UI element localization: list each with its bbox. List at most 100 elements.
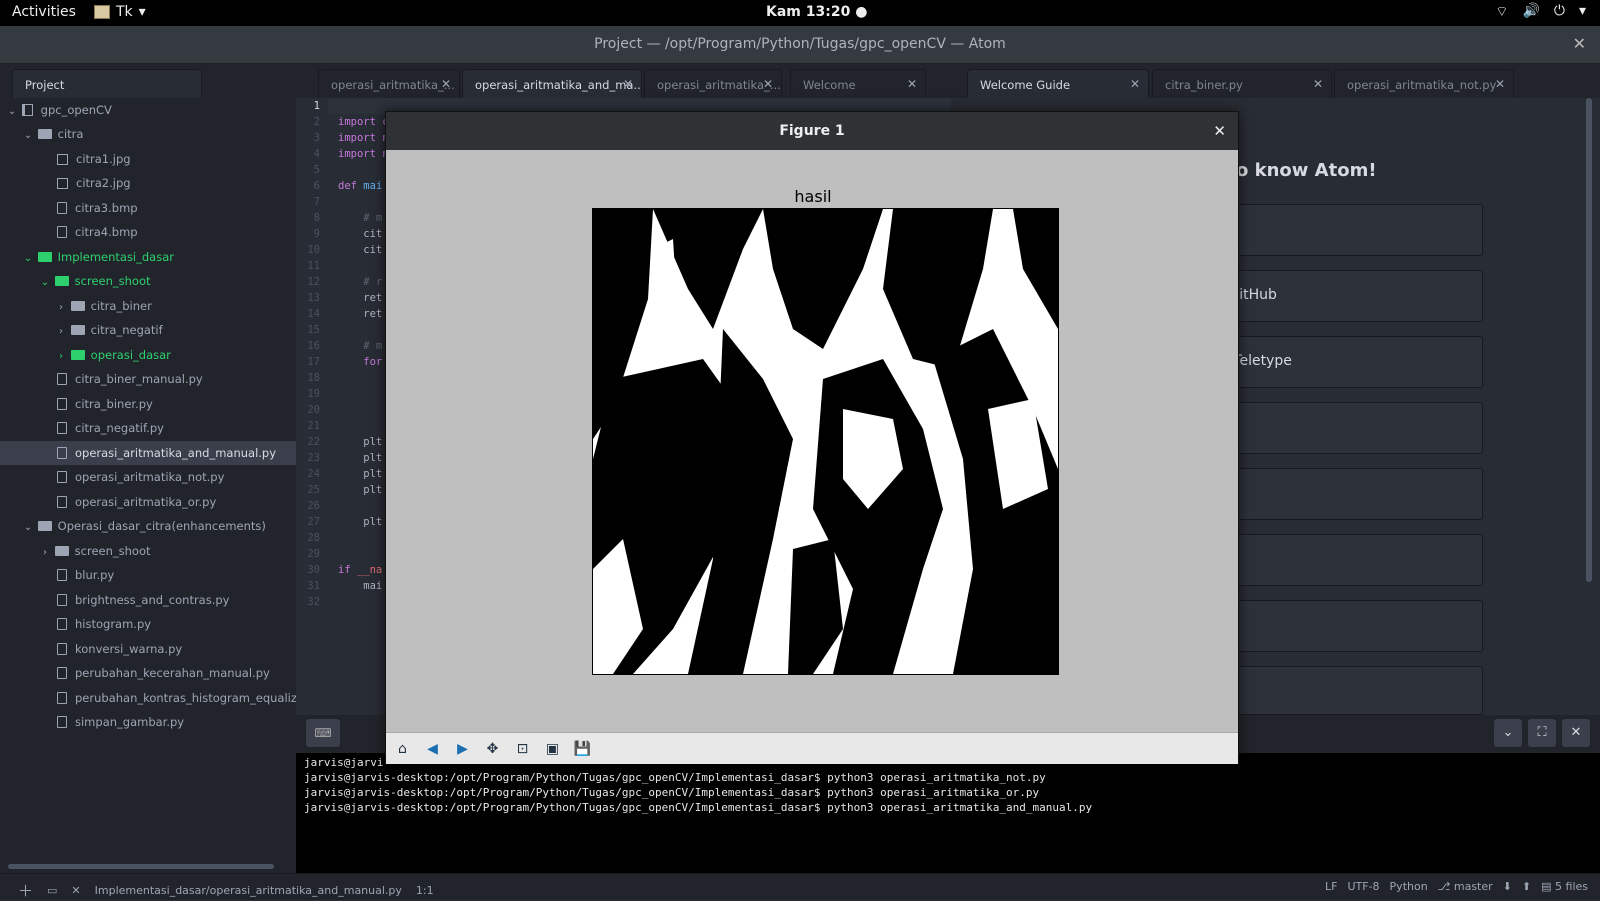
configure-subplots-icon[interactable]: ▣ (540, 736, 565, 761)
binary-image-illustration (593, 209, 1058, 674)
tree-folder-screen-shoot[interactable]: ⌄ screen_shoot (0, 269, 296, 293)
pan-icon[interactable]: ✥ (480, 736, 505, 761)
terminal-output[interactable]: jarvis@jarvi jarvis@jarvis-desktop:/opt/… (296, 753, 1600, 873)
chevron-down-icon: ⌄ (7, 106, 17, 117)
tab-operasi-not[interactable]: operasi_aritmatika_not.py ✕ (1334, 69, 1514, 98)
tree-file[interactable]: citra_negatif.py (0, 416, 296, 440)
status-file-path[interactable]: Implementasi_dasar/operasi_aritmatika_an… (95, 884, 402, 897)
file-icon (57, 398, 67, 410)
clock[interactable]: Kam 13:20 ● (766, 4, 867, 20)
code-line: import n (338, 132, 389, 144)
fetch-down-icon[interactable]: ⬇ (1503, 880, 1512, 893)
tab-citra-biner[interactable]: citra_biner.py ✕ (1152, 69, 1332, 98)
guide-card[interactable] (1211, 204, 1483, 256)
keyboard-icon[interactable]: ⌨ (306, 719, 340, 747)
tree-file-selected[interactable]: operasi_aritmatika_and_manual.py (0, 441, 296, 465)
figure-title-bar: Figure 1 ✕ (386, 112, 1238, 150)
tree-folder-citra-negatif[interactable]: › citra_negatif (0, 318, 296, 342)
tree-file[interactable]: citra2.jpg (0, 171, 296, 195)
guide-card-teletype[interactable]: n Teletype (1211, 336, 1483, 388)
close-window-button[interactable]: ✕ (1573, 34, 1586, 53)
tab-operasi-3[interactable]: operasi_aritmatika_... ✕ (644, 69, 782, 98)
file-icon (57, 373, 67, 385)
tree-file[interactable]: perubahan_kontras_histogram_equalization (0, 686, 296, 710)
tree-file[interactable]: perubahan_kecerahan_manual.py (0, 661, 296, 685)
close-icon[interactable]: ✕ (1562, 719, 1590, 747)
guide-card[interactable] (1211, 666, 1483, 715)
tree-file[interactable]: blur.py (0, 563, 296, 587)
status-branch[interactable]: ⎇ master (1438, 880, 1493, 893)
close-icon[interactable]: ✕ (1130, 77, 1140, 91)
tree-file[interactable]: citra3.bmp (0, 196, 296, 220)
push-up-icon[interactable]: ⬆ (1522, 880, 1531, 893)
tree-file[interactable]: konversi_warna.py (0, 637, 296, 661)
close-icon[interactable]: ✕ (441, 77, 451, 91)
close-icon[interactable]: ✕ (907, 77, 917, 91)
tab-welcome[interactable]: Welcome ✕ (790, 69, 926, 98)
tree-folder-citra-biner[interactable]: › citra_biner (0, 294, 296, 318)
tree-file[interactable]: operasi_aritmatika_not.py (0, 465, 296, 489)
close-icon[interactable]: ✕ (71, 884, 80, 897)
close-icon[interactable]: ✕ (1495, 77, 1505, 91)
tree-file[interactable]: brightness_and_contras.py (0, 588, 296, 612)
window-title: Project — /opt/Program/Python/Tugas/gpc_… (594, 36, 1006, 52)
tree-folder-implementasi[interactable]: ⌄ Implementasi_dasar (0, 245, 296, 269)
zoom-icon[interactable]: ⊡ (510, 736, 535, 761)
status-encoding[interactable]: UTF-8 (1347, 880, 1379, 893)
vertical-scrollbar[interactable] (1586, 98, 1592, 582)
guide-card-github[interactable]: l GitHub (1211, 270, 1483, 322)
tree-file[interactable]: citra_biner.py (0, 392, 296, 416)
chevron-down-icon: ⌄ (23, 253, 33, 264)
home-icon[interactable]: ⌂ (390, 736, 415, 761)
horizontal-scrollbar[interactable] (8, 864, 274, 869)
back-arrow-icon[interactable]: ◀ (420, 736, 445, 761)
tree-file[interactable]: citra1.jpg (0, 147, 296, 171)
tree-folder-enhancements[interactable]: ⌄ Operasi_dasar_citra(enhancements) (0, 514, 296, 538)
tree-folder-operasi-dasar[interactable]: › operasi_dasar (0, 343, 296, 367)
tab-project[interactable]: Project (12, 69, 202, 98)
file-icon (57, 569, 67, 581)
terminal-icon[interactable]: ▭ (47, 884, 57, 897)
tab-operasi-1[interactable]: operasi_aritmatika_... ✕ (318, 69, 460, 98)
tree-folder-citra[interactable]: ⌄ citra (0, 122, 296, 146)
status-cursor-position[interactable]: 1:1 (416, 884, 434, 897)
tree-file[interactable]: citra4.bmp (0, 220, 296, 244)
file-icon (57, 226, 67, 238)
status-grammar[interactable]: Python (1390, 880, 1428, 893)
guide-card[interactable] (1211, 402, 1483, 454)
guide-card[interactable] (1211, 534, 1483, 586)
tab-welcome-guide[interactable]: Welcome Guide ✕ (967, 69, 1149, 98)
activities-button[interactable]: Activities (12, 4, 76, 20)
guide-card[interactable] (1211, 468, 1483, 520)
status-line-ending[interactable]: LF (1325, 880, 1337, 893)
tree-root[interactable]: ⌄ gpc_openCV (0, 98, 296, 122)
code-line: ret (338, 308, 383, 320)
tk-icon (94, 5, 110, 19)
guide-card[interactable] (1211, 600, 1483, 652)
add-icon[interactable]: ＋ (18, 880, 33, 901)
wifi-icon: ⌔ (1495, 4, 1509, 20)
code-line: plt (338, 516, 383, 528)
project-tree: ⌄ gpc_openCV ⌄ citra citra1.jpg citra2.j… (0, 98, 296, 873)
tree-file[interactable]: operasi_aritmatika_or.py (0, 490, 296, 514)
tree-file[interactable]: histogram.py (0, 612, 296, 636)
status-changed-files[interactable]: ▤ 5 files (1541, 880, 1588, 893)
chevron-down-icon[interactable]: ⌄ (1494, 719, 1522, 747)
close-icon[interactable]: ✕ (1313, 77, 1323, 91)
close-icon[interactable]: ✕ (623, 77, 633, 91)
maximize-icon[interactable]: ⛶ (1528, 719, 1556, 747)
figure-canvas[interactable]: hasil (386, 150, 1238, 732)
tree-file[interactable]: simpan_gambar.py (0, 710, 296, 734)
close-figure-button[interactable]: ✕ (1213, 112, 1226, 150)
status-bar: ＋ ▭ ✕ Implementasi_dasar/operasi_aritmat… (0, 873, 1600, 900)
close-icon[interactable]: ✕ (763, 77, 773, 91)
tree-file[interactable]: citra_biner_manual.py (0, 367, 296, 391)
power-icon: ⏻ (1553, 3, 1565, 19)
code-line: cit (338, 228, 383, 240)
system-tray[interactable]: ⌔ 🔊 ⏻ ▾ (1495, 3, 1586, 21)
save-icon[interactable]: 💾 (570, 736, 595, 761)
tab-operasi-and-manual[interactable]: operasi_aritmatika_and_ma... ✕ (462, 69, 642, 98)
forward-arrow-icon[interactable]: ▶ (450, 736, 475, 761)
app-menu[interactable]: Tk ▾ (94, 4, 146, 20)
tree-folder-screen-shoot-2[interactable]: › screen_shoot (0, 539, 296, 563)
